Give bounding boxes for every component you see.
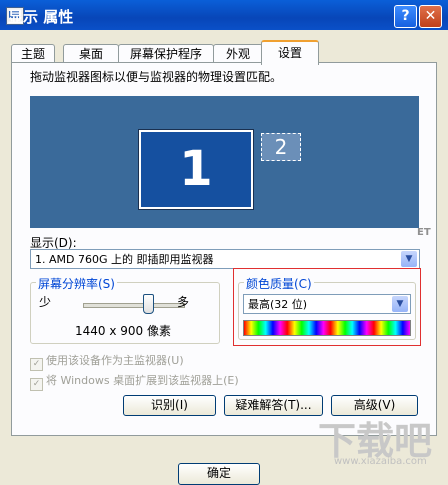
display-select[interactable]: 1. AMD 760G 上的 即插即用监视器 ▼ [30,249,420,269]
title-bar: 显示 属性 ? ✕ [0,0,448,30]
checkbox-icon[interactable]: ✓ [30,358,43,371]
watermark-et: ET [417,227,431,238]
slider-ticks [85,316,181,318]
primary-monitor-label: 使用该设备作为主监视器(U) [46,354,184,367]
display-select-value: 1. AMD 760G 上的 即插即用监视器 [35,253,214,266]
color-quality-select[interactable]: 最高(32 位) ▼ [243,294,411,314]
color-quality-title: 颜色质量(C) [244,275,314,292]
watermark-url: www.xiazaiba.com [334,456,427,467]
resolution-less-label: 少 [39,295,52,309]
color-quality-value: 最高(32 位) [248,298,308,311]
identify-button[interactable]: 识别(I) [123,395,216,416]
tab-appearance[interactable]: 外观 [213,44,263,63]
tab-desktop[interactable]: 桌面 [63,44,119,63]
instruction-text: 拖动监视器图标以便与监视器的物理设置匹配。 [30,70,283,84]
color-spectrum-bar [243,320,411,336]
extend-desktop-label: 将 Windows 桌面扩展到该监视器上(E) [46,374,239,387]
tab-screensaver[interactable]: 屏幕保护程序 [118,44,214,63]
monitor-2-icon[interactable]: 2 [261,133,301,161]
monitor-1-icon[interactable]: 1 [139,130,253,209]
monitor-arrangement-area[interactable]: 1 2 [30,96,419,228]
troubleshoot-button[interactable]: 疑难解答(T)... [224,395,323,416]
tab-settings[interactable]: 设置 [261,40,319,65]
checkbox-icon[interactable]: ✓ [30,378,43,391]
resolution-title: 屏幕分辨率(S) [36,275,117,292]
ok-button[interactable]: 确定 [178,463,260,485]
chevron-down-icon[interactable]: ▼ [392,296,408,312]
resolution-value: 1440 x 900 像素 [75,324,171,338]
resolution-slider-track[interactable] [83,303,185,308]
tab-theme[interactable]: 主题 [11,44,55,63]
close-button[interactable]: ✕ [419,5,442,28]
color-quality-group: 颜色质量(C) 最高(32 位) ▼ [238,275,416,340]
resolution-more-label: 多 [177,295,190,309]
primary-monitor-checkbox[interactable]: ✓ 使用该设备作为主监视器(U) [30,352,184,371]
resolution-slider-thumb[interactable] [143,294,154,314]
extend-desktop-checkbox[interactable]: ✓ 将 Windows 桌面扩展到该监视器上(E) [30,372,239,391]
chevron-down-icon[interactable]: ▼ [401,251,417,267]
resolution-group: 屏幕分辨率(S) 少 多 1440 x 900 像素 [30,275,220,344]
settings-panel: 拖动监视器图标以便与监视器的物理设置匹配。 1 2 显示(D): 1. AMD … [11,62,437,436]
window-title: 显示 属性 [8,8,74,26]
help-button[interactable]: ? [394,5,417,28]
